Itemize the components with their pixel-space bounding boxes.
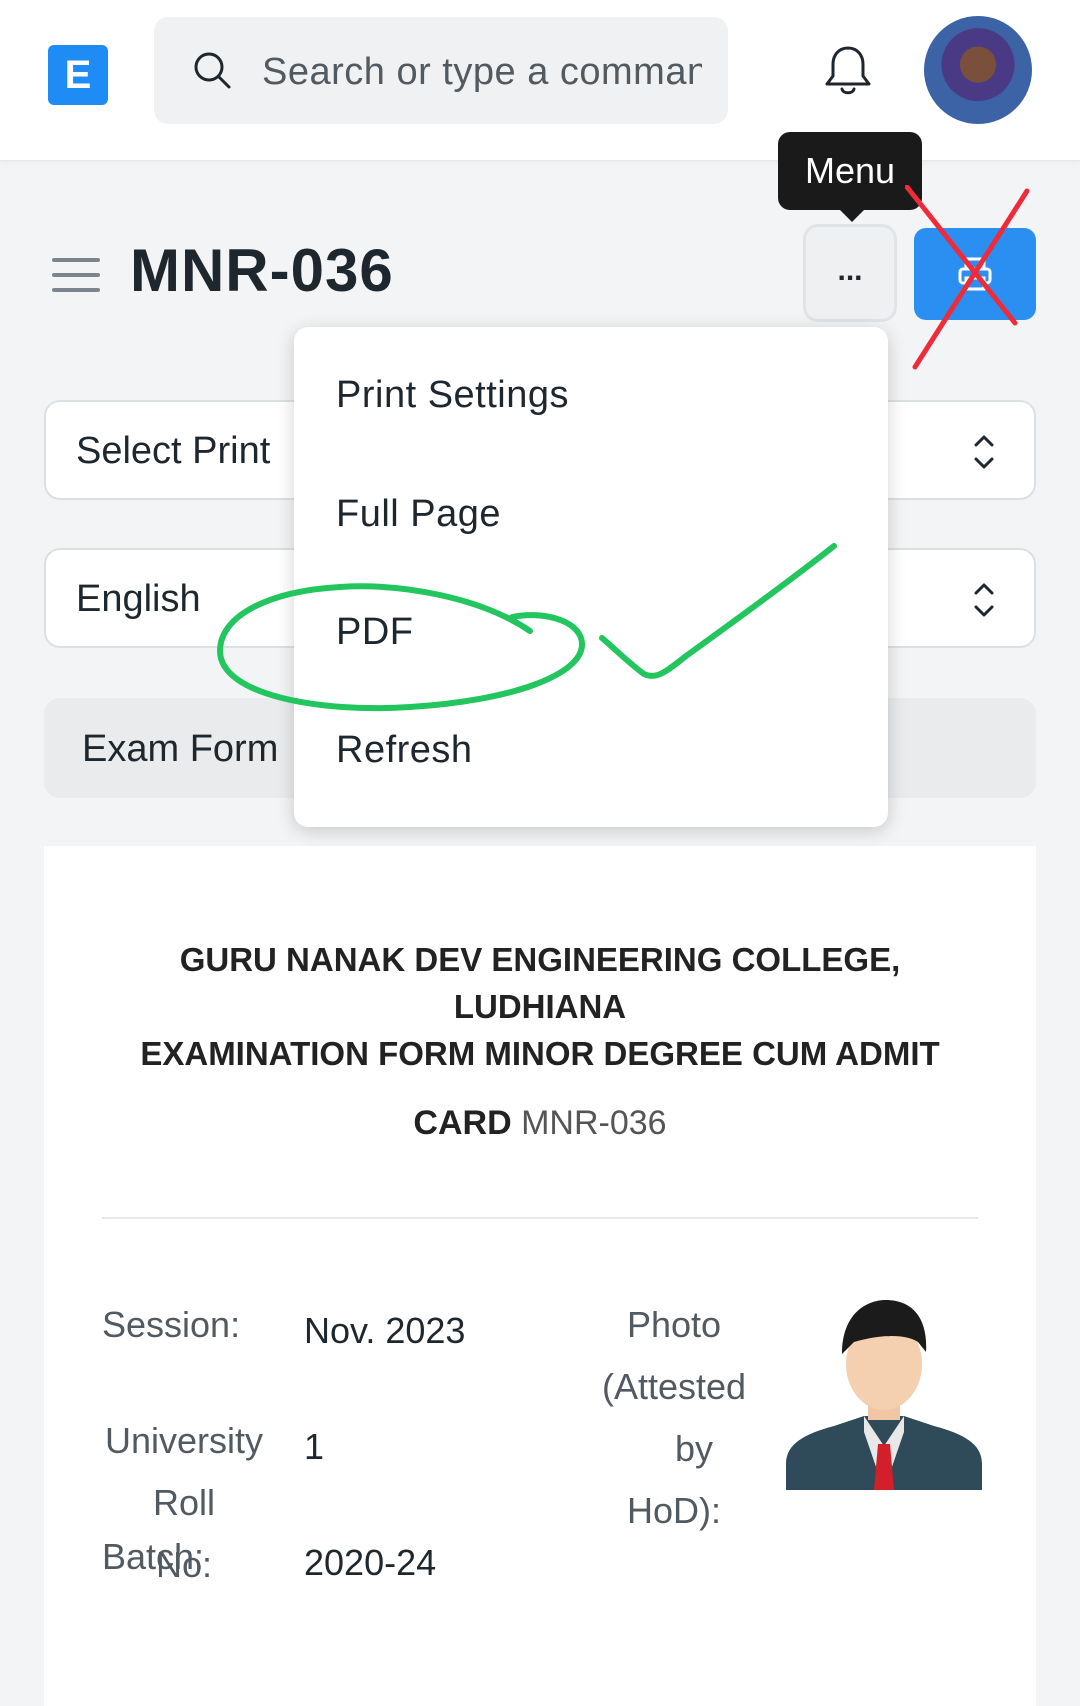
roll-label-line-1: University xyxy=(104,1420,264,1461)
title-line-2: LUDHIANA xyxy=(453,988,627,1025)
card-id: MNR-036 xyxy=(521,1104,667,1142)
app-logo[interactable]: E xyxy=(48,45,108,105)
divider xyxy=(102,1217,978,1219)
page-title: MNR-036 xyxy=(130,237,394,304)
green-circle-annotation xyxy=(216,583,586,712)
search-icon xyxy=(194,52,231,89)
session-value: Nov. 2023 xyxy=(304,1310,466,1351)
roll-value: 1 xyxy=(304,1426,325,1467)
session-label: Session: xyxy=(102,1304,241,1345)
photo-label-line-4: HoD): xyxy=(626,1490,721,1531)
exam-form-label: Exam Form xyxy=(82,728,279,770)
search-bar[interactable]: Search or type a command xyxy=(154,17,728,124)
batch-label: Batch: xyxy=(102,1536,205,1577)
select-arrows-icon xyxy=(974,435,994,469)
menu-tooltip: Menu xyxy=(778,132,922,222)
card-word: CARD xyxy=(413,1104,512,1142)
menu-item-print-settings[interactable]: Print Settings xyxy=(336,372,569,418)
bell-icon[interactable] xyxy=(822,42,874,98)
card-line: CARD MNR-036 xyxy=(44,1100,1036,1146)
more-menu-button[interactable]: ... xyxy=(806,227,894,319)
user-avatar[interactable] xyxy=(924,16,1032,124)
menu-item-refresh[interactable]: Refresh xyxy=(336,727,473,773)
photo-label: Photo (Attested by HoD): xyxy=(584,1294,764,1542)
more-icon: ... xyxy=(837,254,863,287)
language-value: English xyxy=(76,578,201,620)
menu-item-full-page[interactable]: Full Page xyxy=(336,491,501,537)
print-preview: GURU NANAK DEV ENGINEERING COLLEGE, LUDH… xyxy=(44,846,1036,1706)
roll-label-line-2: Roll xyxy=(152,1482,215,1523)
photo-label-line-1: Photo xyxy=(626,1304,722,1345)
select-arrows-icon xyxy=(974,583,994,617)
batch-value: 2020-24 xyxy=(304,1542,437,1583)
search-input[interactable]: Search or type a command xyxy=(262,47,702,97)
title-line-1: GURU NANAK DEV ENGINEERING COLLEGE, xyxy=(179,941,901,978)
print-format-value: Select Print xyxy=(76,430,271,472)
hamburger-icon[interactable] xyxy=(52,256,100,294)
red-cross-annotation xyxy=(905,185,1030,370)
title-line-3: EXAMINATION FORM MINOR DEGREE CUM ADMIT xyxy=(140,1035,940,1072)
app-logo-letter: E xyxy=(64,53,92,97)
student-photo-placeholder xyxy=(786,1300,982,1490)
photo-label-line-3: by xyxy=(674,1428,714,1469)
photo-label-line-2: (Attested xyxy=(601,1366,747,1407)
document-title: GURU NANAK DEV ENGINEERING COLLEGE, LUDH… xyxy=(44,936,1036,1077)
green-check-annotation xyxy=(599,543,837,679)
